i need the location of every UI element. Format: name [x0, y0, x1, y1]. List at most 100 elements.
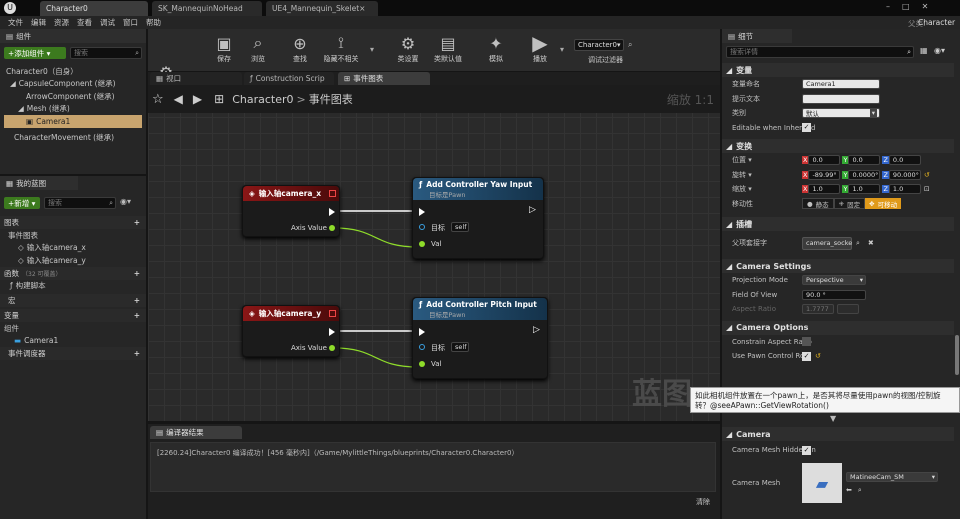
val-pin[interactable] [419, 241, 425, 247]
add-icon[interactable]: + [134, 296, 140, 305]
tree-item-camera1[interactable]: ▣ Camera1 [4, 115, 142, 128]
exec-out-pin-icon[interactable]: ▷ [529, 205, 536, 215]
debug-object-select[interactable]: Character0▾ [574, 39, 624, 51]
mobility-static-button[interactable]: ● 静态 [802, 198, 834, 210]
add-component-button[interactable]: +添加组件 ▾ [4, 47, 66, 59]
menu-debug[interactable]: 调试 [100, 17, 115, 28]
tree-item-camera1-var[interactable]: ▬ Camera1 [0, 335, 146, 348]
self-field[interactable]: self [451, 222, 469, 232]
rotation-y-field[interactable]: 0.0000° [848, 169, 881, 180]
node-close-icon[interactable] [329, 310, 336, 317]
grid-view-icon[interactable]: ▦ [920, 46, 928, 55]
play-button[interactable]: ▶ 播放 [522, 31, 558, 66]
location-x-field[interactable]: 0.0 [808, 155, 841, 166]
category-macros[interactable]: 宏 + [0, 294, 146, 307]
section-camera-settings[interactable]: ◢ Camera Settings [722, 259, 954, 273]
variable-name-field[interactable]: Camera1 [802, 79, 880, 90]
tooltip-field[interactable] [802, 93, 880, 104]
menu-file[interactable]: 文件 [8, 17, 23, 28]
mobility-stationary-button[interactable]: ⁜ 固定 [833, 198, 866, 210]
tree-item-movement[interactable]: CharacterMovement (继承) [0, 132, 146, 145]
menu-help[interactable]: 帮助 [146, 17, 161, 28]
exec-in-pin[interactable] [419, 208, 425, 216]
target-pin-icon[interactable] [419, 224, 425, 230]
tree-item-components-group[interactable]: 组件 [0, 322, 146, 335]
tab-mannequin-nohead[interactable]: SK_MannequinNoHead [152, 1, 262, 16]
node-input-axis-y[interactable]: ◈ 输入轴camera_y Axis Value [242, 305, 340, 357]
tree-item-input-y[interactable]: ◇ 输入轴camera_y [0, 254, 146, 267]
tab-viewport[interactable]: ▦ 视口 [150, 72, 242, 85]
tab-mannequin-skeleton[interactable]: UE4_Mannequin_Skelet× [266, 1, 378, 16]
axis-value-pin[interactable] [329, 225, 335, 231]
components-search-input[interactable]: 搜索 ⌕ [70, 47, 142, 59]
clear-button[interactable]: 清除 [696, 497, 710, 507]
browse-icon[interactable]: ⌕ [858, 486, 862, 495]
scale-z-field[interactable]: 1.0 [888, 184, 921, 195]
reset-icon[interactable]: ↺ [815, 352, 821, 360]
node-add-yaw-input[interactable]: ƒ Add Controller Yaw Input 目标是Pawn ▷ 目标 s… [412, 177, 544, 259]
blueprint-search-input[interactable]: 搜索 ⌕ [44, 197, 116, 209]
exec-out-pin[interactable] [329, 208, 335, 216]
new-button[interactable]: +新增 ▾ [4, 197, 40, 209]
hide-unrelated-button[interactable]: ⟟ 隐藏不相关 [318, 32, 364, 66]
node-input-axis-x[interactable]: ◈ 输入轴camera_x Axis Value [242, 185, 340, 237]
tab-construction-script[interactable]: ƒ Construction Scrip [244, 72, 334, 85]
simulate-button[interactable]: ✦ 模拟 [478, 32, 514, 66]
class-settings-button[interactable]: ⚙ 类设置 [390, 32, 426, 66]
tree-item-arrow[interactable]: ArrowComponent (继承) [0, 90, 146, 103]
search-icon[interactable]: ⌕ [856, 239, 860, 248]
tree-item-input-x[interactable]: ◇ 输入轴camera_x [0, 242, 146, 255]
editable-checkbox[interactable]: ✓ [802, 123, 811, 133]
axis-value-pin[interactable] [329, 345, 335, 351]
pawn-control-checkbox[interactable]: ✓ [802, 351, 811, 361]
menu-asset[interactable]: 资源 [54, 17, 69, 28]
location-z-field[interactable]: 0.0 [888, 155, 921, 166]
browse-button[interactable]: ⌕ 浏览 [240, 32, 276, 66]
close-icon[interactable]: ✕ [922, 2, 929, 11]
section-camera[interactable]: ◢ Camera [722, 427, 954, 441]
target-pin-icon[interactable] [419, 344, 425, 350]
lock-icon[interactable]: ⊡ [924, 185, 930, 193]
mesh-thumbnail[interactable]: ▰ [802, 463, 842, 503]
graph-canvas[interactable]: ☆ ◀ ▶ ⊞ Character0 > 事件图表 缩放 1:1 ◈ 输入轴cam… [148, 85, 720, 421]
parent-socket-field[interactable]: camera_socke [802, 236, 852, 250]
maximize-icon[interactable]: □ [902, 2, 910, 11]
scale-x-field[interactable]: 1.0 [808, 184, 841, 195]
expand-arrow-icon[interactable]: ◢ [18, 104, 24, 113]
exec-out-pin-icon[interactable]: ▷ [533, 325, 540, 335]
eye-icon[interactable]: ◉▾ [120, 197, 131, 206]
tree-item-mesh[interactable]: ◢ Mesh (继承) [0, 103, 146, 116]
use-selected-icon[interactable]: ⬅ [846, 486, 852, 494]
section-camera-options[interactable]: ◢ Camera Options [722, 320, 954, 335]
category-select[interactable]: 默认 ▾ [802, 108, 880, 119]
exec-out-pin[interactable] [329, 328, 335, 336]
category-graphs[interactable]: 图表 + [0, 216, 146, 229]
menu-window[interactable]: 窗口 [123, 17, 138, 28]
tab-event-graph[interactable]: ⊞ 事件图表 [338, 72, 430, 85]
scale-y-field[interactable]: 1.0 [848, 184, 881, 195]
category-functions[interactable]: 函数 （32 可覆盖） + [0, 266, 146, 280]
fov-field[interactable]: 90.0 ° [802, 289, 866, 300]
section-variable[interactable]: ◢ 变量 [722, 63, 954, 77]
mesh-select[interactable]: MatineeCam_SM ▾ [846, 471, 938, 482]
dropdown-arrow-icon[interactable]: ▾ [370, 45, 374, 54]
class-defaults-button[interactable]: ▤ 类默认值 [428, 32, 468, 66]
menu-edit[interactable]: 编辑 [31, 17, 46, 28]
parent-class-value[interactable]: Character [918, 18, 955, 27]
unreal-logo-icon[interactable]: U [4, 2, 16, 14]
tree-item-self[interactable]: Character0（自身） [0, 65, 146, 78]
add-icon[interactable]: + [134, 269, 140, 278]
projection-mode-select[interactable]: Perspective ▾ [802, 275, 866, 286]
mesh-hidden-checkbox[interactable]: ✓ [802, 445, 811, 455]
dropdown-arrow-icon[interactable]: ▾ [560, 45, 564, 54]
node-close-icon[interactable] [329, 190, 336, 197]
tree-item-capsule[interactable]: ◢ CapsuleComponent (继承) [0, 78, 146, 91]
exec-in-pin[interactable] [419, 328, 425, 336]
self-field[interactable]: self [451, 342, 469, 352]
eye-icon[interactable]: ◉▾ [934, 46, 945, 55]
mobility-movable-button[interactable]: ✥ 可移动 [865, 198, 902, 210]
category-dispatchers[interactable]: 事件调度器 + [0, 347, 146, 360]
node-add-pitch-input[interactable]: ƒ Add Controller Pitch Input 目标是Pawn ▷ 目标… [412, 297, 548, 379]
expand-arrow-icon[interactable]: ◢ [10, 79, 16, 88]
add-icon[interactable]: + [134, 218, 140, 227]
